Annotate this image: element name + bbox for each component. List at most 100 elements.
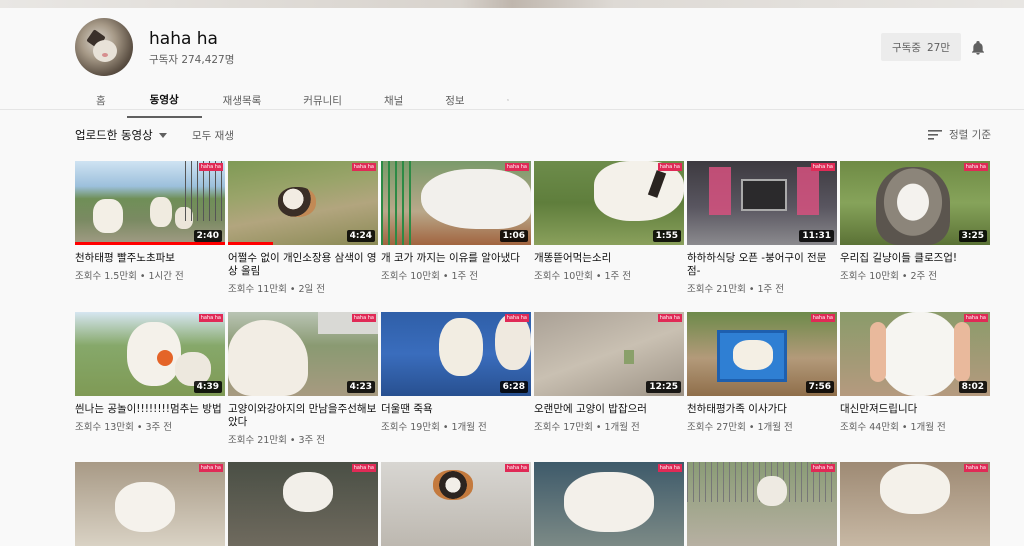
video-card[interactable]: haha ha — [381, 462, 531, 546]
video-meta: 조회수 21만회 • 1주 전 — [687, 284, 784, 295]
video-meta: 조회수 11만회 • 2일 전 — [228, 284, 325, 295]
video-card[interactable]: haha ha 3:25 우리집 길냥이들 클로즈업! 조회수 10만회 • 2… — [840, 161, 990, 282]
channel-watermark: haha ha — [198, 464, 223, 472]
channel-avatar[interactable] — [75, 18, 133, 76]
tab-about[interactable]: 정보 — [424, 82, 485, 118]
video-title[interactable]: 대신만져드립니다 — [840, 403, 990, 416]
video-card[interactable]: haha ha 4:24 어쩔수 없이 개인소장용 삼색이 영상 올림 조회수 … — [228, 161, 378, 295]
channel-search-icon[interactable] — [486, 82, 530, 118]
uploads-label: 업로드한 동영상 — [75, 128, 153, 142]
subscribed-label: 구독중 — [891, 41, 921, 54]
watch-progress-bar — [75, 242, 225, 245]
sort-button[interactable]: 정렬 기준 — [928, 127, 991, 142]
channel-watermark: haha ha — [657, 464, 682, 472]
video-duration: 4:24 — [346, 230, 375, 242]
video-duration: 12:25 — [646, 381, 681, 393]
channel-watermark: haha ha — [963, 163, 988, 171]
video-thumbnail[interactable]: haha ha 3:25 — [840, 161, 990, 245]
video-meta: 조회수 17만회 • 1개월 전 — [534, 422, 640, 433]
video-meta: 조회수 10만회 • 2주 전 — [840, 271, 937, 282]
video-thumbnail[interactable]: haha ha 6:28 — [381, 312, 531, 396]
video-thumbnail[interactable]: haha ha 12:25 — [534, 312, 684, 396]
subscriber-count: 구독자 274,427명 — [149, 54, 235, 66]
video-card[interactable]: haha ha — [840, 462, 990, 546]
video-title[interactable]: 더울땐 죽욕 — [381, 403, 531, 416]
video-card[interactable]: haha ha — [228, 462, 378, 546]
video-card[interactable]: haha ha 8:02 대신만져드립니다 조회수 44만회 • 1개월 전 — [840, 312, 990, 433]
video-title[interactable]: 어쩔수 없이 개인소장용 삼색이 영상 올림 — [228, 252, 378, 278]
tab-channels[interactable]: 채널 — [363, 82, 424, 118]
video-meta: 조회수 27만회 • 1개월 전 — [687, 422, 793, 433]
video-thumbnail[interactable]: haha ha 2:40 — [75, 161, 225, 245]
video-card[interactable]: haha ha 4:39 씐나는 공놀이!!!!!!!!멈추는 방법 조회수 1… — [75, 312, 225, 433]
video-thumbnail[interactable]: haha ha — [687, 462, 837, 546]
tab-videos[interactable]: 동영상 — [126, 82, 202, 118]
video-title[interactable]: 고양이와강아지의 만남을주선해보았다 — [228, 403, 378, 429]
video-thumbnail[interactable]: haha ha — [381, 462, 531, 546]
video-thumbnail[interactable]: haha ha 4:23 — [228, 312, 378, 396]
video-card[interactable]: haha ha 2:40 천하태평 빨주노초파보 조회수 1.5만회 • 1시간… — [75, 161, 225, 282]
videos-toolbar: 업로드한 동영상 모두 재생 정렬 기준 — [0, 118, 1024, 152]
caret-down-icon — [158, 132, 167, 138]
video-title[interactable]: 오랜만에 고양이 밥잡으러 — [534, 403, 684, 416]
video-card[interactable]: haha ha 4:23 고양이와강아지의 만남을주선해보았다 조회수 21만회… — [228, 312, 378, 446]
video-card[interactable]: haha ha 6:28 더울땐 죽욕 조회수 19만회 • 1개월 전 — [381, 312, 531, 433]
channel-banner — [0, 0, 1024, 8]
channel-watermark: haha ha — [657, 314, 682, 322]
video-thumbnail[interactable]: haha ha 1:06 — [381, 161, 531, 245]
channel-watermark: haha ha — [963, 464, 988, 472]
tab-playlists[interactable]: 재생목록 — [202, 82, 283, 118]
channel-watermark: haha ha — [657, 163, 682, 171]
video-meta: 조회수 44만회 • 1개월 전 — [840, 422, 946, 433]
video-title[interactable]: 씐나는 공놀이!!!!!!!!멈추는 방법 — [75, 403, 225, 416]
video-thumbnail[interactable]: haha ha 7:56 — [687, 312, 837, 396]
video-thumbnail[interactable]: haha ha — [840, 462, 990, 546]
video-card[interactable]: haha ha — [534, 462, 684, 546]
channel-watermark: haha ha — [810, 464, 835, 472]
channel-watermark: haha ha — [351, 163, 376, 171]
video-thumbnail[interactable]: haha ha — [228, 462, 378, 546]
video-thumbnail[interactable]: haha ha 1:55 — [534, 161, 684, 245]
video-title[interactable]: 천하태평 빨주노초파보 — [75, 252, 225, 265]
video-thumbnail[interactable]: haha ha — [75, 462, 225, 546]
video-meta: 조회수 21만회 • 3주 전 — [228, 435, 325, 446]
video-thumbnail[interactable]: haha ha 4:24 — [228, 161, 378, 245]
uploads-dropdown[interactable]: 업로드한 동영상 — [75, 127, 167, 143]
video-card[interactable]: haha ha — [75, 462, 225, 546]
video-meta: 조회수 10만회 • 1주 전 — [534, 271, 631, 282]
video-thumbnail[interactable]: haha ha 11:31 — [687, 161, 837, 245]
channel-watermark: haha ha — [351, 464, 376, 472]
video-card[interactable]: haha ha 1:06 개 코가 까지는 이유를 알아냈다 조회수 10만회 … — [381, 161, 531, 282]
video-title[interactable]: 우리집 길냥이들 클로즈업! — [840, 252, 990, 265]
tab-home[interactable]: 홈 — [75, 82, 127, 118]
channel-watermark: haha ha — [504, 464, 529, 472]
video-card[interactable]: haha ha 12:25 오랜만에 고양이 밥잡으러 조회수 17만회 • 1… — [534, 312, 684, 433]
video-thumbnail[interactable]: haha ha 4:39 — [75, 312, 225, 396]
video-card[interactable]: haha ha 1:55 개똥뜯어먹는소리 조회수 10만회 • 1주 전 — [534, 161, 684, 282]
notification-bell-icon[interactable] — [970, 40, 986, 56]
play-all-link[interactable]: 모두 재생 — [192, 128, 234, 143]
video-duration: 11:31 — [799, 230, 834, 242]
tab-community[interactable]: 커뮤니티 — [282, 82, 363, 118]
channel-watermark: haha ha — [198, 163, 223, 171]
subscribed-button[interactable]: 구독중 27만 — [881, 33, 961, 61]
channel-watermark: haha ha — [810, 163, 835, 171]
video-card[interactable]: haha ha — [687, 462, 837, 546]
video-duration: 8:02 — [958, 381, 987, 393]
video-duration: 1:06 — [499, 230, 528, 242]
video-title[interactable]: 개 코가 까지는 이유를 알아냈다 — [381, 252, 531, 265]
video-title[interactable]: 개똥뜯어먹는소리 — [534, 252, 684, 265]
video-card[interactable]: haha ha 7:56 천하태평가족 이사가다 조회수 27만회 • 1개월 … — [687, 312, 837, 433]
video-title[interactable]: 천하태평가족 이사가다 — [687, 403, 837, 416]
channel-name: haha ha — [149, 29, 218, 49]
video-title[interactable]: 하하하식당 오픈 -붕어구이 전문점- — [687, 252, 837, 278]
video-thumbnail[interactable]: haha ha 8:02 — [840, 312, 990, 396]
video-thumbnail[interactable]: haha ha — [534, 462, 684, 546]
video-meta: 조회수 1.5만회 • 1시간 전 — [75, 271, 184, 282]
channel-watermark: haha ha — [963, 314, 988, 322]
video-duration: 4:39 — [193, 381, 222, 393]
channel-header: haha ha 구독자 274,427명 구독중 27만 홈 동영상 재생목록 … — [0, 8, 1024, 118]
video-duration: 3:25 — [958, 230, 987, 242]
video-card[interactable]: haha ha 11:31 하하하식당 오픈 -붕어구이 전문점- 조회수 21… — [687, 161, 837, 295]
channel-watermark: haha ha — [504, 163, 529, 171]
